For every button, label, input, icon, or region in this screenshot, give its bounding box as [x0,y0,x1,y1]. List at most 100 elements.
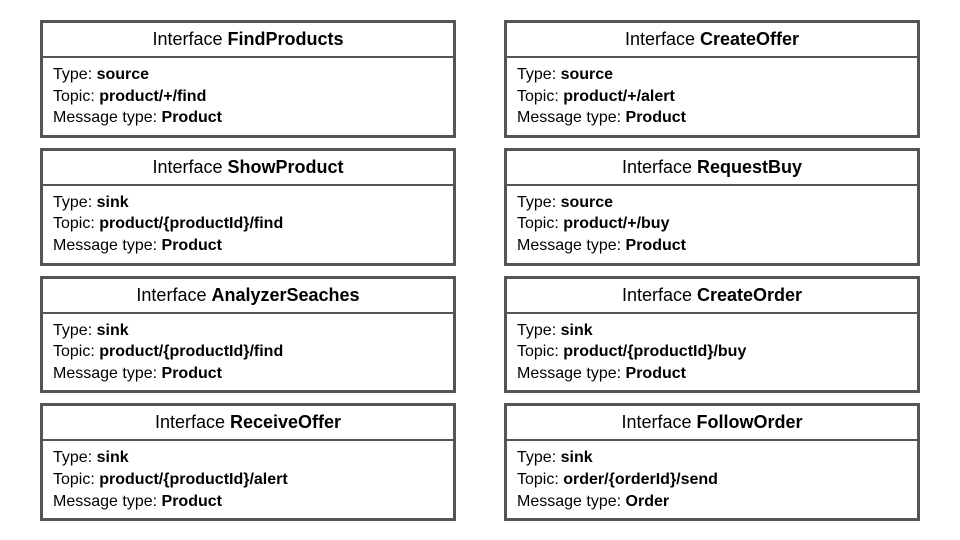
interface-prefix: Interface [625,29,695,49]
interface-card: Interface FollowOrder Type: sink Topic: … [504,403,920,521]
card-title: Interface FindProducts [43,23,453,58]
card-body: Type: sink Topic: product/{productId}/fi… [43,186,453,263]
msgtype-value: Product [626,237,686,254]
msgtype-row: Message type: Product [517,235,907,257]
msgtype-label: Message type: [53,365,157,382]
interface-prefix: Interface [621,412,691,432]
type-label: Type: [517,66,556,83]
card-body: Type: sink Topic: product/{productId}/fi… [43,314,453,391]
msgtype-value: Product [626,365,686,382]
topic-value: product/+/find [99,88,206,105]
type-row: Type: sink [517,320,907,342]
interface-name: RequestBuy [697,157,802,177]
msgtype-label: Message type: [517,365,621,382]
type-label: Type: [53,66,92,83]
msgtype-label: Message type: [53,109,157,126]
interface-prefix: Interface [152,29,222,49]
type-label: Type: [53,449,92,466]
msgtype-value: Product [626,109,686,126]
topic-row: Topic: order/{orderId}/send [517,469,907,491]
interface-card: Interface CreateOffer Type: source Topic… [504,20,920,138]
topic-label: Topic: [53,471,95,488]
type-value: sink [561,322,593,339]
type-row: Type: source [517,192,907,214]
msgtype-value: Product [162,237,222,254]
topic-label: Topic: [53,215,95,232]
interface-prefix: Interface [152,157,222,177]
interface-card: Interface ShowProduct Type: sink Topic: … [40,148,456,266]
interface-grid: Interface FindProducts Type: source Topi… [40,20,920,521]
type-row: Type: source [53,64,443,86]
topic-label: Topic: [53,88,95,105]
type-row: Type: source [517,64,907,86]
type-row: Type: sink [53,192,443,214]
card-title: Interface ReceiveOffer [43,406,453,441]
msgtype-label: Message type: [53,237,157,254]
card-title: Interface FollowOrder [507,406,917,441]
type-label: Type: [53,194,92,211]
topic-row: Topic: product/+/alert [517,86,907,108]
msgtype-value: Order [626,493,670,510]
type-value: sink [97,194,129,211]
interface-card: Interface CreateOrder Type: sink Topic: … [504,276,920,394]
interface-name: CreateOrder [697,285,802,305]
interface-prefix: Interface [136,285,206,305]
interface-card: Interface FindProducts Type: source Topi… [40,20,456,138]
card-title: Interface AnalyzerSeaches [43,279,453,314]
card-body: Type: source Topic: product/+/alert Mess… [507,58,917,135]
card-body: Type: source Topic: product/+/buy Messag… [507,186,917,263]
type-value: sink [97,322,129,339]
msgtype-value: Product [162,109,222,126]
msgtype-label: Message type: [53,493,157,510]
topic-label: Topic: [517,215,559,232]
interface-prefix: Interface [622,285,692,305]
topic-value: product/+/buy [563,215,669,232]
interface-card: Interface ReceiveOffer Type: sink Topic:… [40,403,456,521]
topic-label: Topic: [53,343,95,360]
card-title: Interface CreateOffer [507,23,917,58]
type-value: sink [561,449,593,466]
msgtype-value: Product [162,493,222,510]
type-label: Type: [517,449,556,466]
type-value: source [561,194,613,211]
msgtype-row: Message type: Product [53,107,443,129]
type-row: Type: sink [517,447,907,469]
type-value: sink [97,449,129,466]
type-label: Type: [517,322,556,339]
msgtype-label: Message type: [517,493,621,510]
interface-name: CreateOffer [700,29,799,49]
topic-row: Topic: product/+/find [53,86,443,108]
msgtype-row: Message type: Product [53,363,443,385]
topic-value: order/{orderId}/send [563,471,718,488]
interface-prefix: Interface [155,412,225,432]
card-title: Interface CreateOrder [507,279,917,314]
topic-label: Topic: [517,88,559,105]
msgtype-row: Message type: Product [53,235,443,257]
msgtype-label: Message type: [517,237,621,254]
msgtype-row: Message type: Product [53,491,443,513]
msgtype-value: Product [162,365,222,382]
type-row: Type: sink [53,320,443,342]
interface-card: Interface AnalyzerSeaches Type: sink Top… [40,276,456,394]
msgtype-label: Message type: [517,109,621,126]
topic-label: Topic: [517,471,559,488]
interface-name: FindProducts [228,29,344,49]
card-body: Type: sink Topic: product/{productId}/bu… [507,314,917,391]
msgtype-row: Message type: Product [517,363,907,385]
topic-row: Topic: product/+/buy [517,213,907,235]
card-title: Interface ShowProduct [43,151,453,186]
topic-value: product/{productId}/find [99,215,283,232]
topic-row: Topic: product/{productId}/alert [53,469,443,491]
interface-name: ReceiveOffer [230,412,341,432]
topic-value: product/{productId}/buy [563,343,746,360]
msgtype-row: Message type: Product [517,107,907,129]
interface-name: ShowProduct [228,157,344,177]
topic-label: Topic: [517,343,559,360]
type-value: source [97,66,149,83]
interface-card: Interface RequestBuy Type: source Topic:… [504,148,920,266]
topic-value: product/{productId}/find [99,343,283,360]
topic-row: Topic: product/{productId}/find [53,341,443,363]
topic-value: product/{productId}/alert [99,471,287,488]
topic-value: product/+/alert [563,88,675,105]
interface-name: AnalyzerSeaches [211,285,359,305]
